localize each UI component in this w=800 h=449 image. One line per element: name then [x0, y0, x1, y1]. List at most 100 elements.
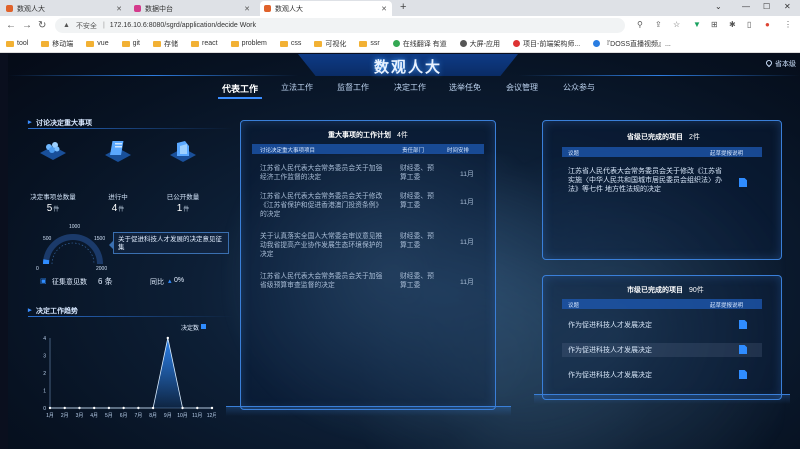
close-tab-icon[interactable]: ✕	[116, 5, 122, 13]
chat-icon: ▣	[40, 278, 47, 285]
x-tick-label: 4月	[90, 413, 98, 419]
bookmark-item[interactable]: tool	[6, 40, 28, 47]
location-pin-icon	[764, 58, 774, 68]
close-tab-icon[interactable]: ✕	[381, 5, 387, 13]
work-plan-dept: 财经委、预算工委	[400, 273, 434, 289]
sidebar-icon[interactable]: ▯	[747, 20, 751, 29]
work-plan-item: 江苏省人民代表大会常务委员会关于修改《江苏省保护和促进香港澳门投资条例》的决定	[260, 193, 383, 218]
x-tick-label: 1月	[46, 413, 54, 419]
url-text: 172.16.10.6:8080/sgrd/application/decide…	[109, 22, 256, 29]
y-tick-label: 1	[43, 389, 46, 395]
work-plan-dept: 财经委、预算工委	[400, 165, 434, 181]
bookmark-item[interactable]: git	[121, 40, 140, 47]
section-title-trend: 决定工作趋势	[28, 306, 78, 316]
data-point	[151, 406, 155, 410]
city-row-text[interactable]: 作为促进科技人才发展决定	[568, 321, 652, 330]
main-nav: 代表工作 立法工作 监督工作 决定工作 选举任免 会议管理 公众参与	[8, 82, 800, 99]
translate-icon[interactable]: ⊞	[711, 20, 718, 29]
browser-tab-1[interactable]: 数观人大 ✕	[2, 1, 127, 16]
tab-supervision-work[interactable]: 监督工作	[337, 82, 369, 93]
bookmark-label: 大屏-应用	[469, 40, 500, 48]
folder-icon	[41, 40, 50, 47]
bookmark-item[interactable]: 在线翻译 有道	[392, 39, 447, 49]
tab-legislative-work[interactable]: 立法工作	[281, 82, 313, 93]
tab-public-participation[interactable]: 公众参与	[563, 82, 595, 93]
city-row-text[interactable]: 作为促进科技人才发展决定	[568, 371, 652, 380]
bookmark-item[interactable]: problem	[230, 40, 267, 47]
data-point	[137, 406, 140, 410]
bookmark-star-icon[interactable]: ☆	[673, 20, 680, 29]
document-icon[interactable]	[739, 345, 747, 354]
x-tick-label: 11月	[192, 413, 202, 419]
work-plan-time: 11月	[460, 279, 474, 286]
document-icon[interactable]	[739, 370, 747, 379]
folder-icon	[279, 40, 288, 47]
folder-icon	[121, 40, 130, 47]
document-icon[interactable]	[739, 320, 747, 329]
browser-tab-3[interactable]: 数观人大 ✕	[260, 1, 392, 16]
gauge-tick-1000: 1000	[69, 224, 81, 230]
reload-icon[interactable]: ↻	[38, 20, 46, 31]
topic-callout: 关于促进科技人才发展的决定意见征集	[109, 232, 229, 254]
col-header-draft: 起草提报说明	[710, 303, 744, 309]
document-icon[interactable]	[739, 178, 747, 187]
chart-legend-label: 决定数	[181, 326, 200, 332]
tab-meeting-management[interactable]: 会议管理	[506, 82, 538, 93]
bookmark-item[interactable]: css	[279, 40, 301, 47]
trend-icon: ▴	[168, 278, 172, 285]
location-selector[interactable]: 省本级	[764, 58, 796, 69]
trend-line-chart: 0 1 2 3 4 1月 2月 3月 4月 5月 6月 7月 8月 9月 10月 11月 12月	[43, 336, 216, 419]
share-icon[interactable]: ⇪	[655, 20, 662, 29]
data-point	[181, 406, 184, 410]
bookmark-item[interactable]: ssr	[359, 40, 380, 47]
warning-icon: ▲	[63, 22, 70, 29]
close-window-button[interactable]: ✕	[784, 2, 791, 11]
bookmark-item[interactable]: vue	[86, 40, 109, 47]
gauge-min-label: 0	[36, 266, 39, 272]
work-plan-time: 11月	[460, 239, 474, 246]
work-plan-dept: 财经委、预算工委	[400, 233, 434, 249]
tab-search-icon[interactable]: ⌄	[715, 2, 722, 11]
bookmark-label: 『DOSS直播视频』...	[603, 40, 671, 48]
bookmark-item[interactable]: 存储	[153, 39, 178, 49]
bookmark-item[interactable]: 大屏-应用	[459, 39, 500, 49]
back-icon[interactable]: ←	[6, 20, 16, 31]
puzzle-icon[interactable]: ✱	[729, 20, 736, 29]
minimize-button[interactable]: —	[742, 2, 750, 11]
work-plan-item: 江苏省人民代表大会常务委员会关于加强省级预算审查监督的决定	[260, 273, 383, 289]
security-label: 不安全	[75, 22, 97, 30]
tab-representative-work[interactable]: 代表工作	[217, 82, 263, 99]
tab-election-appointment[interactable]: 选举任免	[449, 82, 481, 93]
work-plan-title: 重大事项的工作计划 4件	[328, 132, 408, 139]
bookmark-item[interactable]: 移动端	[41, 39, 73, 49]
bookmark-item[interactable]: 可视化	[314, 39, 346, 49]
bookmark-item[interactable]: react	[191, 40, 218, 47]
menu-icon[interactable]: ⋮	[784, 20, 792, 29]
data-point	[210, 406, 214, 410]
browser-tab-2[interactable]: 数据中台 ✕	[130, 1, 255, 16]
y-tick-label: 0	[43, 406, 46, 412]
document-stack-icon	[105, 141, 131, 162]
new-tab-button[interactable]: +	[400, 1, 406, 13]
y-tick-label: 3	[43, 354, 46, 360]
city-row-text[interactable]: 作为促进科技人才发展决定	[568, 346, 652, 355]
bookmark-item[interactable]: 『DOSS直播视频』...	[593, 39, 671, 49]
work-plan-item: 江苏省人民代表大会常务委员会关于加强经济工作监督的决定	[260, 165, 383, 181]
close-tab-icon[interactable]: ✕	[244, 5, 250, 13]
city-table-header: 议题 起草提报说明	[562, 299, 762, 309]
data-point	[196, 406, 199, 410]
bookmark-item[interactable]: 项目-前端架构师...	[513, 39, 580, 49]
col-header-item: 讨论决定重大事项项目	[260, 148, 316, 154]
gauge-tick-500: 500	[43, 236, 52, 242]
panel-base-deco	[226, 406, 511, 416]
col-header-topic: 议题	[568, 151, 580, 157]
zoom-icon[interactable]: ⚲	[637, 20, 643, 29]
profile-avatar[interactable]: ●	[765, 20, 770, 29]
site-favicon-icon	[513, 40, 520, 47]
tab-decision-work[interactable]: 决定工作	[394, 82, 426, 93]
maximize-button[interactable]: ☐	[763, 2, 770, 11]
extension-icon[interactable]: ▼	[693, 20, 701, 29]
folder-icon	[153, 40, 161, 47]
address-bar[interactable]: ▲ 不安全 | 172.16.10.6:8080/sgrd/applicatio…	[55, 18, 625, 33]
forward-icon[interactable]: →	[22, 20, 32, 31]
